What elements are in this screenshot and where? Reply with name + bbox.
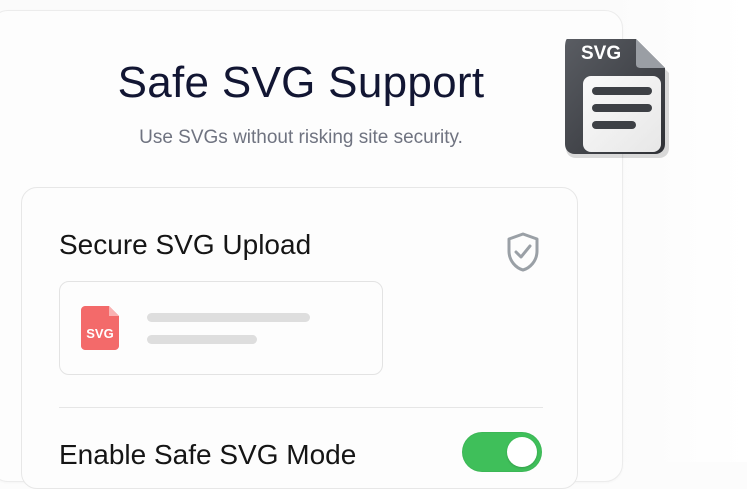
svg-file-icon: SVG xyxy=(81,306,119,350)
upload-section-title: Secure SVG Upload xyxy=(59,229,312,260)
toggle-knob xyxy=(507,437,537,467)
file-meta-placeholder-line xyxy=(147,335,257,344)
svg-doc-label: SVG xyxy=(581,43,621,64)
page-subtitle: Use SVGs without risking site security. xyxy=(139,127,463,148)
settings-panel: Secure SVG Upload SVG Enable Safe SVG Mo… xyxy=(21,187,578,489)
page-title: Safe SVG Support xyxy=(117,58,485,107)
svg-document-icon: SVG xyxy=(565,39,669,158)
feature-card: Safe SVG Support Use SVGs without riskin… xyxy=(0,10,623,489)
file-name-placeholder-line xyxy=(147,313,310,322)
safe-svg-mode-toggle[interactable] xyxy=(462,432,542,472)
section-divider xyxy=(59,407,543,408)
file-badge-text: SVG xyxy=(86,326,113,341)
svg-upload-preview[interactable]: SVG xyxy=(59,281,383,375)
safe-svg-mode-label: Enable Safe SVG Mode xyxy=(59,439,357,470)
shield-check-icon xyxy=(507,232,539,272)
